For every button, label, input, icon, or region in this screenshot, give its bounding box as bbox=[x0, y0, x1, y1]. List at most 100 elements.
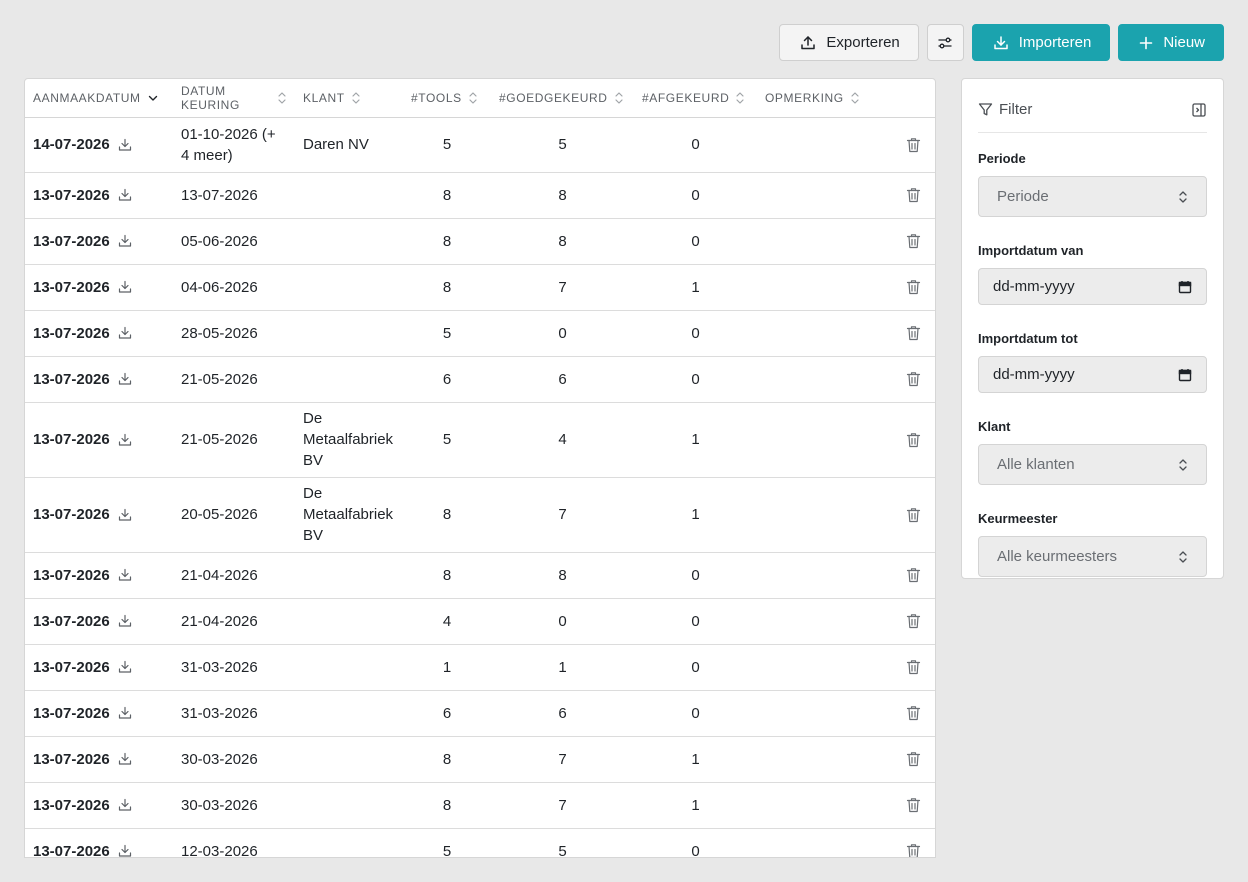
calendar-icon[interactable] bbox=[1178, 368, 1192, 382]
download-icon[interactable] bbox=[118, 798, 132, 812]
cell-afgekeurd: 1 bbox=[634, 477, 757, 553]
table-row[interactable]: 13-07-2026 31-03-2026 6 6 0 bbox=[25, 690, 935, 737]
cell-aanmaakdatum: 13-07-2026 bbox=[25, 264, 173, 311]
trash-icon[interactable] bbox=[906, 659, 921, 675]
download-icon[interactable] bbox=[118, 706, 132, 720]
cell-datum-keuring: 31-03-2026 bbox=[173, 690, 295, 737]
download-icon[interactable] bbox=[118, 234, 132, 248]
table-row[interactable]: 14-07-2026 01-10-2026 (+ 4 meer) Daren N… bbox=[25, 117, 935, 173]
trash-icon[interactable] bbox=[906, 705, 921, 721]
aanmaakdatum-value: 13-07-2026 bbox=[33, 186, 110, 204]
trash-icon[interactable] bbox=[906, 507, 921, 523]
download-icon[interactable] bbox=[118, 508, 132, 522]
table-row[interactable]: 13-07-2026 28-05-2026 5 0 0 bbox=[25, 310, 935, 357]
download-icon[interactable] bbox=[118, 614, 132, 628]
download-icon[interactable] bbox=[118, 660, 132, 674]
table-row[interactable]: 13-07-2026 04-06-2026 8 7 1 bbox=[25, 264, 935, 311]
table-header-row: AANMAAKDATUM DATUM KEURING KLANT #TOOLS … bbox=[25, 79, 935, 118]
cell-opmerking bbox=[757, 690, 853, 737]
trash-icon[interactable] bbox=[906, 432, 921, 448]
trash-icon[interactable] bbox=[906, 279, 921, 295]
header-aanmaakdatum[interactable]: AANMAAKDATUM bbox=[25, 79, 173, 118]
download-icon[interactable] bbox=[118, 844, 132, 858]
importdatum-van-label: Importdatum van bbox=[978, 243, 1084, 258]
trash-icon[interactable] bbox=[906, 325, 921, 341]
download-icon[interactable] bbox=[118, 138, 132, 152]
trash-icon[interactable] bbox=[906, 843, 921, 858]
download-icon[interactable] bbox=[118, 752, 132, 766]
export-button[interactable]: Exporteren bbox=[779, 24, 919, 61]
table-row[interactable]: 13-07-2026 13-07-2026 8 8 0 bbox=[25, 172, 935, 219]
import-button[interactable]: Importeren bbox=[971, 24, 1111, 61]
cell-goedgekeurd: 6 bbox=[491, 690, 634, 737]
trash-icon[interactable] bbox=[906, 797, 921, 813]
importdatum-tot-input[interactable]: dd-mm-yyyy bbox=[978, 356, 1207, 393]
table-row[interactable]: 13-07-2026 21-04-2026 4 0 0 bbox=[25, 598, 935, 645]
header-opmerking[interactable]: OPMERKING bbox=[757, 79, 859, 118]
table-row[interactable]: 13-07-2026 21-05-2026 De Metaalfabriek B… bbox=[25, 402, 935, 478]
keurmeester-label: Keurmeester bbox=[978, 511, 1058, 526]
cell-goedgekeurd: 8 bbox=[491, 552, 634, 599]
header-afgekeurd[interactable]: #AFGEKEURD bbox=[634, 79, 757, 118]
table-row[interactable]: 13-07-2026 21-04-2026 8 8 0 bbox=[25, 552, 935, 599]
header-datum-keuring[interactable]: DATUM KEURING bbox=[173, 79, 295, 118]
cell-tools: 6 bbox=[403, 690, 491, 737]
imports-table: AANMAAKDATUM DATUM KEURING KLANT #TOOLS … bbox=[25, 79, 935, 858]
table-row[interactable]: 13-07-2026 12-03-2026 5 5 0 bbox=[25, 828, 935, 858]
trash-icon[interactable] bbox=[906, 187, 921, 203]
download-icon[interactable] bbox=[118, 568, 132, 582]
trash-icon[interactable] bbox=[906, 613, 921, 629]
trash-icon[interactable] bbox=[906, 137, 921, 153]
periode-select[interactable]: Periode bbox=[978, 176, 1207, 217]
settings-button[interactable] bbox=[926, 24, 964, 61]
download-icon[interactable] bbox=[118, 433, 132, 447]
cell-opmerking bbox=[757, 172, 853, 219]
export-label: Exporteren bbox=[826, 34, 900, 51]
trash-icon[interactable] bbox=[906, 567, 921, 583]
cell-aanmaakdatum: 13-07-2026 bbox=[25, 598, 173, 645]
table-body: 14-07-2026 01-10-2026 (+ 4 meer) Daren N… bbox=[25, 117, 935, 858]
trash-icon[interactable] bbox=[906, 233, 921, 249]
aanmaakdatum-value: 13-07-2026 bbox=[33, 278, 110, 296]
cell-tools: 4 bbox=[403, 598, 491, 645]
header-klant[interactable]: KLANT bbox=[295, 79, 403, 118]
cell-aanmaakdatum: 13-07-2026 bbox=[25, 828, 173, 858]
table-row[interactable]: 13-07-2026 20-05-2026 De Metaalfabriek B… bbox=[25, 477, 935, 553]
sort-icon bbox=[614, 92, 623, 104]
importdatum-van-input[interactable]: dd-mm-yyyy bbox=[978, 268, 1207, 305]
calendar-icon[interactable] bbox=[1178, 280, 1192, 294]
download-icon[interactable] bbox=[118, 326, 132, 340]
table-row[interactable]: 13-07-2026 31-03-2026 1 1 0 bbox=[25, 644, 935, 691]
imports-table-card: AANMAAKDATUM DATUM KEURING KLANT #TOOLS … bbox=[24, 78, 936, 858]
table-row[interactable]: 13-07-2026 30-03-2026 8 7 1 bbox=[25, 782, 935, 829]
table-row[interactable]: 13-07-2026 05-06-2026 8 8 0 bbox=[25, 218, 935, 265]
download-icon[interactable] bbox=[118, 188, 132, 202]
cell-datum-keuring: 01-10-2026 (+ 4 meer) bbox=[173, 117, 295, 173]
cell-actions bbox=[853, 828, 935, 858]
keurmeester-select[interactable]: Alle keurmeesters bbox=[978, 536, 1207, 577]
cell-afgekeurd: 0 bbox=[634, 172, 757, 219]
table-row[interactable]: 13-07-2026 21-05-2026 6 6 0 bbox=[25, 356, 935, 403]
header-tools[interactable]: #TOOLS bbox=[403, 79, 491, 118]
filter-header: Filter bbox=[978, 79, 1207, 133]
trash-icon[interactable] bbox=[906, 751, 921, 767]
table-row[interactable]: 13-07-2026 30-03-2026 8 7 1 bbox=[25, 736, 935, 783]
header-goedgekeurd[interactable]: #GOEDGEKEURD bbox=[491, 79, 634, 118]
cell-tools: 5 bbox=[403, 117, 491, 173]
trash-icon[interactable] bbox=[906, 371, 921, 387]
cell-opmerking bbox=[757, 218, 853, 265]
new-button[interactable]: Nieuw bbox=[1118, 24, 1224, 61]
cell-tools: 6 bbox=[403, 356, 491, 403]
header-datum-keuring-label: DATUM KEURING bbox=[181, 83, 240, 112]
cell-goedgekeurd: 8 bbox=[491, 172, 634, 219]
download-icon[interactable] bbox=[118, 372, 132, 386]
cell-actions bbox=[853, 552, 935, 599]
collapse-panel-icon[interactable] bbox=[1191, 102, 1207, 118]
cell-afgekeurd: 0 bbox=[634, 310, 757, 357]
cell-afgekeurd: 1 bbox=[634, 736, 757, 783]
cell-datum-keuring: 31-03-2026 bbox=[173, 644, 295, 691]
cell-datum-keuring: 21-05-2026 bbox=[173, 356, 295, 403]
select-chevrons-icon bbox=[1179, 190, 1187, 203]
download-icon[interactable] bbox=[118, 280, 132, 294]
klant-select[interactable]: Alle klanten bbox=[978, 444, 1207, 485]
